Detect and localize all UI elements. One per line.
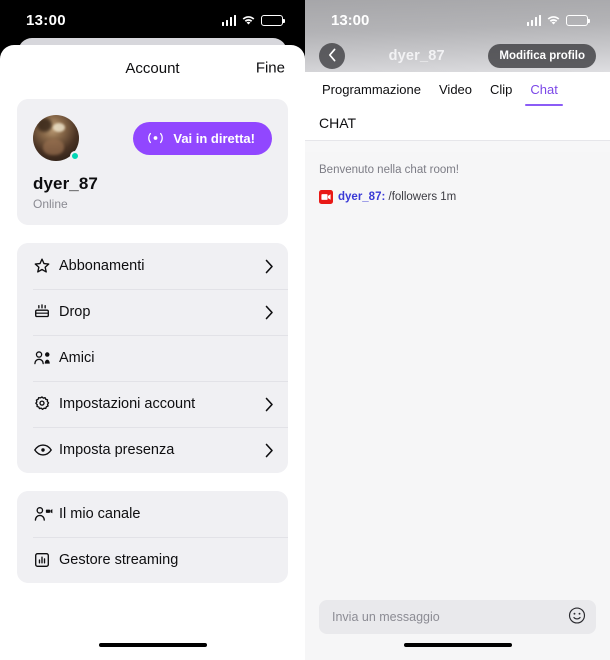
- tab-label: Video: [439, 81, 473, 97]
- tab-video[interactable]: Video: [430, 72, 481, 106]
- person-video-icon: [33, 505, 59, 523]
- chat-composer-field-wrapper[interactable]: [319, 600, 596, 634]
- chevron-right-icon: [265, 443, 274, 458]
- chat-message-text: /followers 1m: [385, 191, 457, 203]
- chat-composer: [305, 590, 610, 660]
- left-phone: 13:00 Account Fine Vai in diretta! dyer_…: [0, 0, 305, 660]
- channel-tab-bar: Programmazione Video Clip Chat: [305, 72, 610, 107]
- menu-item-label: Abbonamenti: [59, 258, 145, 274]
- tab-programmazione[interactable]: Programmazione: [313, 72, 430, 106]
- profile-status: Online: [33, 197, 68, 211]
- broadcaster-badge-icon: [319, 190, 333, 204]
- menu-group-primary: Abbonamenti Drop Amici Impostazioni acco…: [17, 243, 288, 473]
- chat-section-title: CHAT: [305, 106, 610, 141]
- page-title: Account: [125, 59, 180, 77]
- status-icon-group: [526, 14, 591, 26]
- status-clock: 13:00: [26, 11, 66, 29]
- menu-item-label: Drop: [59, 304, 91, 320]
- home-indicator[interactable]: [98, 642, 207, 647]
- account-sheet: Account Fine Vai in diretta! dyer_87 Onl…: [0, 45, 305, 660]
- go-live-label: Vai in diretta!: [173, 130, 255, 146]
- back-button[interactable]: [319, 43, 345, 69]
- profile-username: dyer_87: [33, 174, 98, 193]
- done-button[interactable]: Fine: [256, 60, 285, 77]
- menu-item-il-mio-canale[interactable]: Il mio canale: [17, 491, 288, 537]
- go-live-button[interactable]: Vai in diretta!: [133, 121, 272, 155]
- online-dot: [70, 151, 80, 161]
- home-indicator[interactable]: [403, 642, 512, 647]
- gear-icon: [33, 395, 59, 413]
- right-status-bar: 13:00: [305, 0, 610, 40]
- chevron-left-icon: [328, 48, 337, 65]
- menu-item-impostazioni-account[interactable]: Impostazioni account: [17, 381, 288, 427]
- status-icon-group: [221, 14, 286, 26]
- battery-icon: [261, 14, 286, 26]
- menu-item-abbonamenti[interactable]: Abbonamenti: [17, 243, 288, 289]
- chat-message-author[interactable]: dyer_87:: [338, 191, 385, 203]
- dual-phone-screenshot: 13:00 Account Fine Vai in diretta! dyer_…: [0, 0, 610, 660]
- menu-item-label: Impostazioni account: [59, 396, 196, 412]
- status-clock: 13:00: [331, 11, 370, 29]
- profile-top-row: Vai in diretta!: [33, 115, 272, 161]
- chat-message-input[interactable]: [332, 610, 558, 624]
- tab-label: Chat: [530, 81, 558, 97]
- menu-item-amici[interactable]: Amici: [17, 335, 288, 381]
- chevron-right-icon: [265, 305, 274, 320]
- tab-chat[interactable]: Chat: [521, 72, 566, 107]
- drop-gift-icon: [33, 303, 59, 321]
- menu-item-label: Il mio canale: [59, 506, 141, 522]
- avatar-wrapper[interactable]: [33, 115, 80, 161]
- menu-item-drop[interactable]: Drop: [17, 289, 288, 335]
- tab-clip[interactable]: Clip: [481, 72, 521, 106]
- chat-message-list[interactable]: Benvenuto nella chat room! dyer_87: /fol…: [305, 152, 610, 590]
- wifi-icon: [242, 15, 255, 25]
- chat-message: dyer_87: /followers 1m: [319, 190, 596, 204]
- friends-icon: [33, 349, 59, 367]
- menu-item-label: Amici: [59, 350, 95, 366]
- tab-label: Clip: [490, 81, 513, 97]
- chat-message-body: dyer_87: /followers 1m: [338, 190, 456, 204]
- profile-card: Vai in diretta! dyer_87 Online: [17, 99, 288, 225]
- tab-label: Programmazione: [322, 81, 421, 97]
- channel-nav-bar: dyer_87 Modifica profilo: [305, 40, 610, 72]
- chevron-right-icon: [265, 397, 274, 412]
- menu-group-secondary: Il mio canale Gestore streaming: [17, 491, 288, 583]
- edit-profile-button[interactable]: Modifica profilo: [488, 44, 596, 68]
- emoji-smiley-icon: [568, 607, 586, 628]
- eye-icon: [33, 442, 59, 458]
- menu-item-label: Imposta presenza: [59, 442, 175, 458]
- chevron-right-icon: [265, 259, 274, 274]
- menu-item-imposta-presenza[interactable]: Imposta presenza: [17, 427, 288, 473]
- menu-item-gestore-streaming[interactable]: Gestore streaming: [17, 537, 288, 583]
- channel-title: dyer_87: [388, 48, 445, 64]
- wifi-icon: [547, 15, 560, 25]
- right-phone: 13:00 dyer_87 Modifica profilo Programma…: [305, 0, 610, 660]
- sheet-header: Account Fine: [0, 45, 305, 91]
- cellular-bars-icon: [526, 14, 541, 26]
- chat-welcome-message: Benvenuto nella chat room!: [319, 164, 460, 176]
- left-status-bar: 13:00: [0, 0, 305, 40]
- menu-item-label: Gestore streaming: [59, 552, 179, 568]
- emoji-button[interactable]: [568, 607, 586, 628]
- broadcast-icon: [147, 132, 164, 144]
- battery-icon: [566, 14, 591, 26]
- bar-chart-box-icon: [33, 551, 59, 569]
- star-icon: [33, 257, 59, 275]
- cellular-bars-icon: [221, 14, 236, 26]
